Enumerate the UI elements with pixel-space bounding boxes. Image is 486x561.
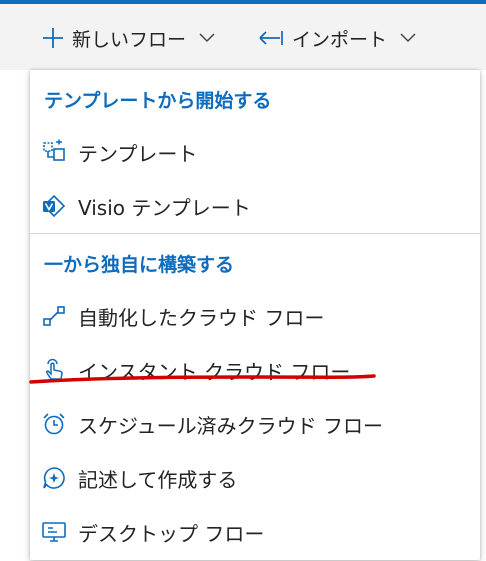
template-icon [40, 138, 68, 166]
chevron-down-icon [198, 32, 216, 44]
menu-item-label: 自動化したクラウド フロー [78, 305, 325, 330]
command-bar: 新しいフロー インポート [0, 4, 486, 70]
import-button[interactable]: インポート [258, 18, 417, 58]
automated-flow-icon [40, 302, 68, 330]
copilot-chat-icon [40, 464, 68, 492]
menu-divider [30, 233, 480, 234]
import-arrow-icon [258, 29, 284, 47]
menu-item-describe-to-create[interactable]: 記述して作成する [30, 456, 480, 500]
menu-item-label: テンプレート [78, 141, 198, 166]
red-annotation-underline [29, 374, 376, 384]
menu-item-visio-template[interactable]: Visio テンプレート [30, 184, 480, 228]
menu-item-scheduled-cloud-flow[interactable]: スケジュール済みクラウド フロー [30, 402, 480, 446]
chevron-down-icon [399, 32, 417, 44]
menu-item-label: スケジュール済みクラウド フロー [78, 413, 383, 438]
new-flow-button[interactable]: 新しいフロー [42, 18, 216, 58]
plus-icon [42, 27, 64, 49]
import-label: インポート [292, 28, 388, 51]
new-flow-dropdown-menu: テンプレートから開始する テンプレート Visio テンプレート 一から独自に構… [30, 70, 480, 560]
section-header-template: テンプレートから開始する [44, 90, 272, 112]
desktop-flow-icon [40, 518, 68, 546]
menu-item-desktop-flow[interactable]: デスクトップ フロー [30, 510, 480, 554]
menu-item-label: デスクトップ フロー [78, 521, 265, 546]
menu-item-label: Visio テンプレート [78, 195, 251, 220]
new-flow-label: 新しいフロー [72, 28, 187, 51]
menu-item-template[interactable]: テンプレート [30, 130, 480, 174]
menu-item-label: 記述して作成する [78, 467, 238, 492]
alarm-clock-icon [40, 410, 68, 438]
visio-icon [40, 192, 68, 220]
menu-item-automated-cloud-flow[interactable]: 自動化したクラウド フロー [30, 294, 480, 338]
section-header-scratch: 一から独自に構築する [44, 254, 235, 276]
